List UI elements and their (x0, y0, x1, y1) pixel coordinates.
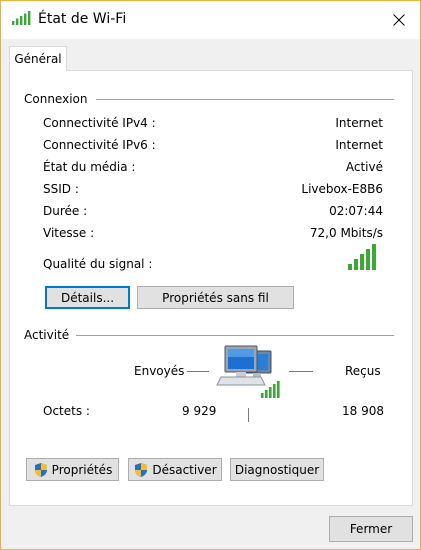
connexion-divider (96, 99, 394, 100)
uac-shield-icon (135, 462, 148, 477)
connexion-header: Connexion (24, 92, 88, 106)
ipv4-value: Internet (335, 116, 383, 130)
bytes-label: Octets : (43, 404, 90, 418)
close-icon (393, 14, 405, 26)
wifi-signal-icon (12, 11, 31, 25)
bytes-connector (248, 408, 249, 422)
signal-quality-label: Qualité du signal : (43, 257, 153, 271)
signal-bar (348, 264, 352, 270)
received-label: Reçus (345, 364, 381, 378)
bytes-sent-value: 9 929 (182, 404, 217, 418)
ssid-value: Livebox-E8B6 (301, 182, 383, 196)
ipv6-value: Internet (335, 138, 383, 152)
uac-shield-icon (34, 462, 47, 477)
bytes-received-value: 18 908 (342, 404, 384, 418)
ipv6-label: Connectivité IPv6 : (43, 138, 156, 152)
properties-button-label: Propriétés (51, 462, 113, 477)
tab-general-label: Général (14, 52, 62, 66)
media-state-value: Activé (345, 160, 383, 174)
signal-bar (372, 244, 376, 270)
activite-divider (76, 335, 394, 336)
title-bar: État de Wi-Fi (1, 1, 420, 39)
activite-header: Activité (24, 328, 70, 342)
tab-strip: Général (1, 39, 420, 71)
diagnose-button-label: Diagnostiquer (234, 462, 320, 477)
disable-button-label: Désactiver (152, 462, 217, 477)
disable-button[interactable]: Désactiver (128, 458, 222, 481)
properties-button[interactable]: Propriétés (26, 458, 119, 481)
details-button[interactable]: Détails... (45, 286, 130, 309)
wireless-properties-button[interactable]: Propriétés sans fil (137, 286, 294, 309)
sent-label: Envoyés (134, 364, 185, 378)
details-button-label: Détails... (60, 290, 115, 305)
wifi-status-window: État de Wi-Fi Général Connexion Connecti… (0, 0, 421, 550)
speed-label: Vitesse : (43, 226, 95, 240)
received-connector (289, 371, 313, 372)
tab-general[interactable]: Général (9, 46, 67, 71)
ipv4-label: Connectivité IPv4 : (43, 116, 156, 130)
wireless-properties-label: Propriétés sans fil (162, 290, 269, 305)
signal-strength-icon (348, 244, 376, 270)
close-window-label: Fermer (349, 522, 393, 536)
diagnose-button[interactable]: Diagnostiquer (230, 458, 324, 481)
close-button[interactable] (384, 5, 414, 35)
media-state-label: État du média : (43, 160, 136, 174)
window-title: État de Wi-Fi (38, 11, 127, 27)
sent-connector (187, 371, 209, 372)
close-window-button[interactable]: Fermer (329, 516, 413, 542)
network-computers-icon (216, 345, 280, 398)
signal-bar (366, 249, 370, 270)
ssid-label: SSID : (43, 182, 79, 196)
general-panel: Connexion Connectivité IPv4 : Internet C… (9, 70, 413, 506)
duration-value: 02:07:44 (329, 204, 383, 218)
signal-bar (354, 259, 358, 270)
signal-bar (360, 254, 364, 270)
speed-value: 72,0 Mbits/s (309, 226, 383, 240)
duration-label: Durée : (43, 204, 88, 218)
